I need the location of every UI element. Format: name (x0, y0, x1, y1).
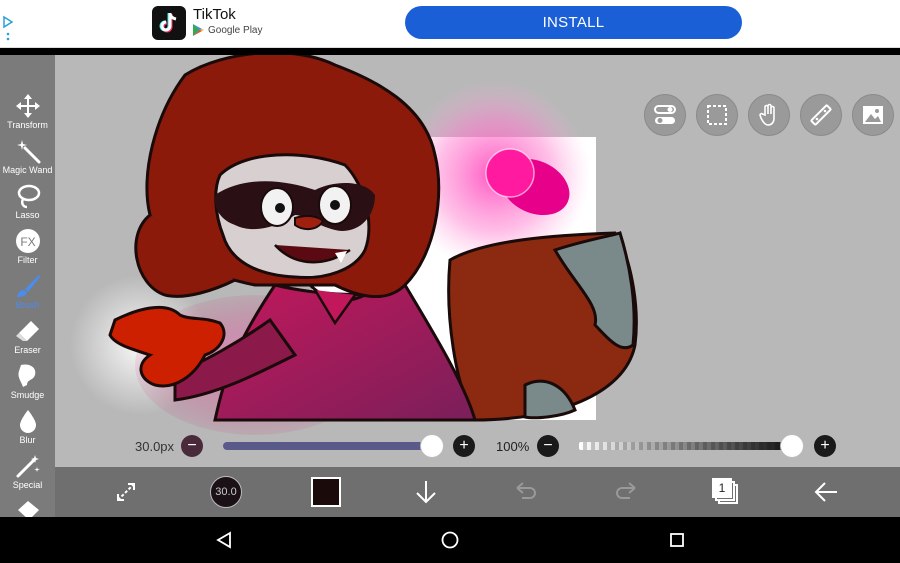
fx-icon: FX (15, 229, 40, 253)
nav-back-button[interactable] (213, 529, 235, 551)
nav-recents-button[interactable] (666, 529, 688, 551)
tool-special[interactable]: Special (0, 451, 55, 496)
toggle-button[interactable] (644, 94, 686, 136)
sparkle-pen-icon (16, 455, 40, 478)
layers-button[interactable]: 1 (711, 467, 741, 517)
tiktok-icon[interactable] (152, 6, 186, 40)
download-button[interactable] (411, 467, 441, 517)
tool-lasso[interactable]: Lasso (0, 181, 55, 226)
nav-home-button[interactable] (439, 529, 461, 551)
size-slider[interactable] (223, 442, 431, 450)
current-color-swatch (311, 477, 341, 507)
system-navbar (0, 517, 900, 563)
brush-slider-bar: 30.0px − + 100% − + (55, 428, 900, 464)
tool-label: Filter (17, 255, 38, 265)
brush-size-button[interactable]: 30.0 (209, 467, 243, 517)
hand-icon (759, 103, 775, 126)
swap-arrows-icon (117, 483, 135, 501)
undo-button[interactable] (511, 467, 541, 517)
eraser-icon (15, 321, 39, 341)
brush-size-label: 30.0px (135, 439, 175, 454)
move-arrows-icon (15, 94, 40, 118)
google-play-icon (193, 24, 204, 36)
square-recents-icon (670, 533, 684, 547)
ad-banner[interactable]: TikTok Google Play INSTALL (0, 0, 900, 48)
arrow-down-icon (416, 481, 436, 504)
ad-store-label: Google Play (193, 24, 262, 36)
size-slider-handle[interactable] (420, 434, 444, 458)
tool-magic-wand[interactable]: Magic Wand (0, 136, 55, 181)
layers-icon: 1 (712, 478, 739, 505)
store-name: Google Play (208, 24, 263, 36)
image-icon (863, 106, 883, 124)
redo-icon (616, 482, 636, 499)
tool-brush[interactable]: Brush (0, 271, 55, 316)
tool-sidebar: Transform Magic Wand Lasso FX Filter Bru… (0, 55, 55, 517)
tool-more[interactable] (0, 496, 55, 517)
opacity-slider[interactable] (579, 442, 791, 450)
back-button[interactable] (811, 467, 841, 517)
hand-button[interactable] (748, 94, 790, 136)
smudge-icon (17, 364, 35, 387)
app-root: TikTok Google Play INSTALL Transform Mag… (0, 0, 900, 563)
lasso-icon (17, 184, 40, 209)
bottom-toolbar: 30.0 1 (55, 467, 900, 517)
tool-eraser[interactable]: Eraser (0, 316, 55, 361)
tool-filter[interactable]: FX Filter (0, 226, 55, 271)
redo-button[interactable] (611, 467, 641, 517)
tool-label: Magic Wand (2, 165, 53, 175)
blur-drop-icon (19, 410, 36, 433)
selection-icon (707, 105, 727, 125)
tool-transform[interactable]: Transform (0, 91, 55, 136)
brush-icon (16, 275, 40, 297)
opacity-label: 100% (496, 439, 530, 454)
tool-label: Special (12, 480, 43, 490)
opacity-slider-handle[interactable] (780, 434, 804, 458)
size-decrease-button[interactable]: − (181, 435, 203, 457)
tool-label: Brush (15, 300, 40, 310)
ad-app-name[interactable]: TikTok (193, 6, 236, 23)
tool-label: Blur (19, 435, 36, 445)
layer-count: 1 (712, 478, 732, 498)
color-button[interactable] (309, 467, 343, 517)
selection-button[interactable] (696, 94, 738, 136)
brush-size-badge: 30.0 (210, 476, 242, 508)
toggle-icon (654, 105, 676, 124)
install-button[interactable]: INSTALL (405, 6, 742, 39)
tool-label: Smudge (10, 390, 45, 400)
opacity-increase-button[interactable]: + (814, 435, 836, 457)
circle-home-icon (441, 531, 459, 549)
ruler-icon (810, 104, 832, 126)
triangle-back-icon (216, 531, 231, 549)
tool-label: Transform (7, 120, 48, 130)
magic-wand-icon (16, 140, 40, 164)
tool-label: Eraser (14, 345, 41, 355)
adchoices-icon[interactable] (3, 15, 13, 43)
opacity-decrease-button[interactable]: − (537, 435, 559, 457)
swap-button[interactable] (110, 467, 142, 517)
ruler-button[interactable] (800, 94, 842, 136)
tool-label: Lasso (15, 210, 40, 220)
size-increase-button[interactable]: + (453, 435, 475, 457)
fx-glyph: FX (20, 235, 35, 249)
image-button[interactable] (852, 94, 894, 136)
arrow-left-icon (814, 482, 837, 502)
tool-blur[interactable]: Blur (0, 406, 55, 451)
bucket-icon (17, 501, 39, 517)
tool-smudge[interactable]: Smudge (0, 361, 55, 406)
undo-icon (516, 482, 536, 499)
